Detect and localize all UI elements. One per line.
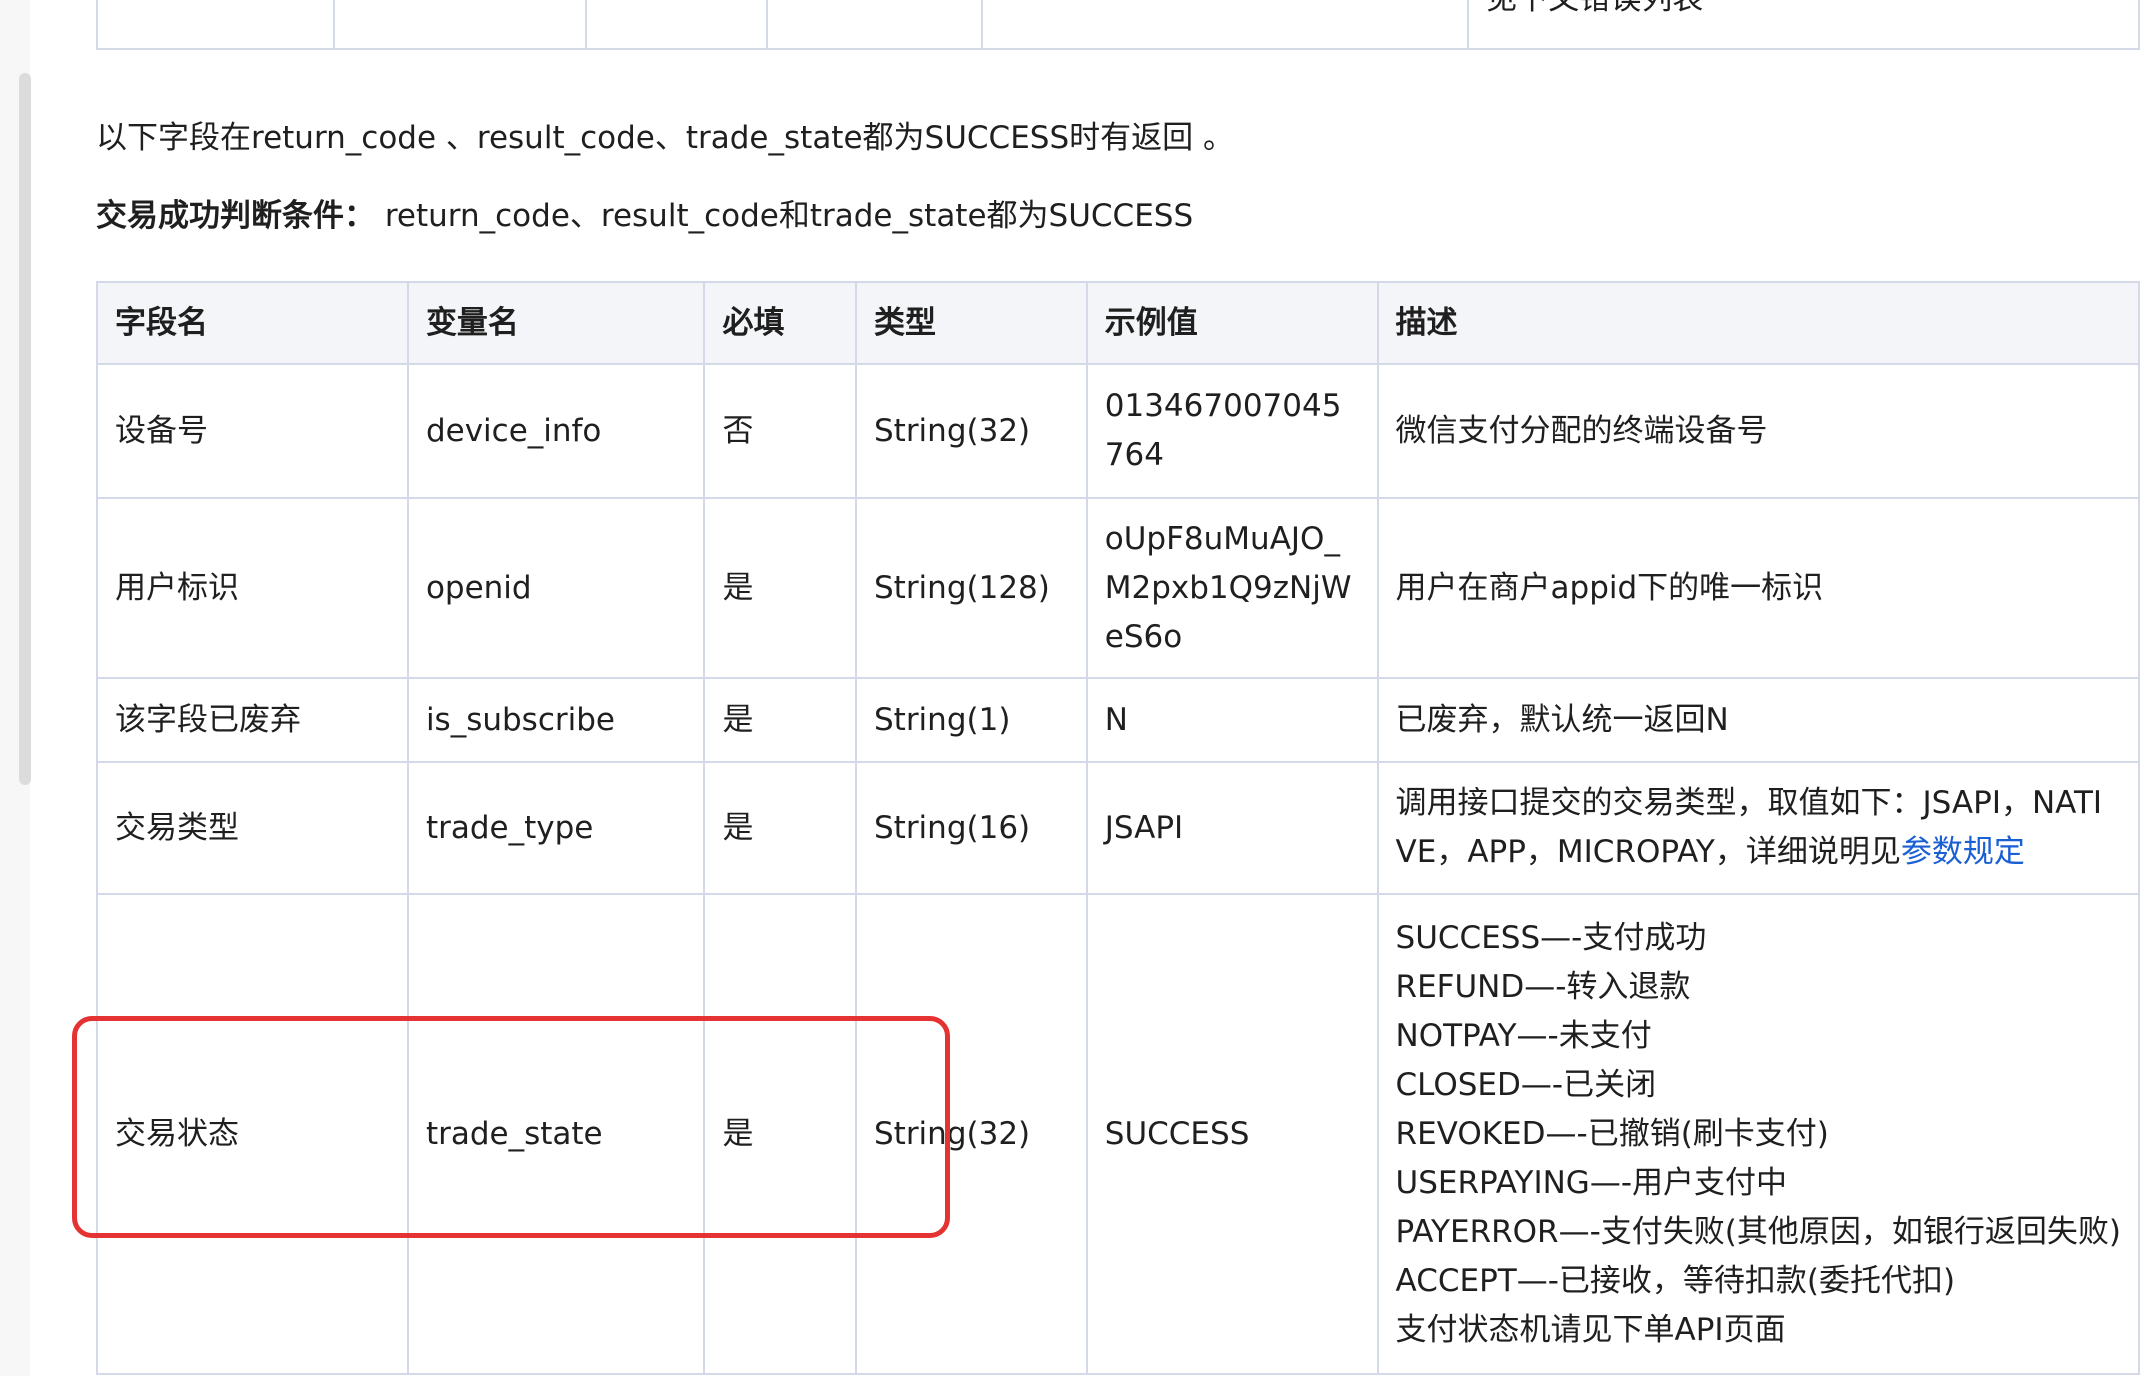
cell-required: 是 [703,497,857,679]
cell-var: trade_state [406,893,706,1375]
doc-content: 见下文错误列表 以下字段在return_code 、result_code、tr… [95,0,2140,1376]
param-rules-link[interactable]: 参数规定 [1901,834,2025,870]
success-condition-label: 交易成功判断条件： [96,198,375,234]
cell-desc: SUCCESS—-支付成功 REFUND—-转入退款 NOTPAY—-未支付 C… [1376,893,2140,1375]
header-required: 必填 [703,281,857,365]
cell-example: SUCCESS [1085,893,1379,1375]
table-row: 用户标识 openid 是 String(128) oUpF8uMuAJO_M2… [96,497,2140,679]
trade-state-line: REVOKED—-已撤销(刷卡支付) [1395,1115,1829,1152]
cell-required: 是 [703,893,857,1375]
trade-state-line: PAYERROR—-支付失败(其他原因，如银行返回失败) [1395,1213,2121,1250]
trade-state-line: CLOSED—-已关闭 [1395,1066,1657,1103]
table-row: 交易状态 trade_state 是 String(32) SUCCESS SU… [96,893,2140,1375]
cell-example: 013467007045764 [1085,363,1379,499]
cell-field: 交易状态 [96,893,409,1375]
trade-state-line: ACCEPT—-已接收，等待扣款(委托代扣) [1395,1262,1956,1299]
trade-state-line: USERPAYING—-用户支付中 [1395,1164,1788,1201]
trade-state-line: 支付状态机请见下单API页面 [1395,1311,1786,1348]
table-row: 见下文错误列表 [95,0,2140,50]
trade-state-line: REFUND—-转入退款 [1395,968,1691,1005]
success-condition-note: 交易成功判断条件： return_code、result_code和trade_… [96,196,1193,236]
cell-example: JSAPI [1085,761,1379,895]
cell-var: trade_type [406,761,706,895]
cell-required: 是 [703,761,857,895]
cell-type: String(1) [854,677,1088,763]
header-example: 示例值 [1085,281,1379,365]
table-row: 该字段已废弃 is_subscribe 是 String(1) N 已废弃，默认… [96,677,2140,763]
cell-example: oUpF8uMuAJO_M2pxb1Q9zNjWeS6o [1085,497,1379,679]
cell-field: 设备号 [96,363,409,499]
header-description: 描述 [1376,281,2140,365]
table-header-row: 字段名 变量名 必填 类型 示例值 描述 [96,281,2140,365]
header-type: 类型 [854,281,1088,365]
return-condition-note: 以下字段在return_code 、result_code、trade_stat… [96,120,1234,156]
cell-desc: 调用接口提交的交易类型，取值如下：JSAPI，NATIVE，APP，MICROP… [1376,761,2140,895]
trade-state-line: SUCCESS—-支付成功 [1395,919,1707,956]
cell-desc: 已废弃，默认统一返回N [1376,677,2140,763]
cell-desc: 微信支付分配的终端设备号 [1376,363,2140,499]
header-field-name: 字段名 [96,281,409,365]
cell-type: String(16) [854,761,1088,895]
cell-required: 否 [703,363,857,499]
cell-field: 该字段已废弃 [96,677,409,763]
cell-example: N [1085,677,1379,763]
error-list-ref: 见下文错误列表 [1486,0,2121,48]
cell-required: 是 [703,677,857,763]
cell-field: 用户标识 [96,497,409,679]
cell-type: String(32) [854,893,1088,1375]
table-row: 设备号 device_info 否 String(32) 01346700704… [96,363,2140,499]
cell-type: String(128) [854,497,1088,679]
scrollbar-thumb[interactable] [19,73,31,785]
success-condition-text: return_code、result_code和trade_state都为SUC… [375,198,1194,234]
cell-var: openid [406,497,706,679]
cell-var: is_subscribe [406,677,706,763]
trade-state-line: NOTPAY—-未支付 [1395,1017,1652,1054]
cell-type: String(32) [854,363,1088,499]
response-params-table: 字段名 变量名 必填 类型 示例值 描述 设备号 device_info 否 S… [96,281,2140,1375]
cell-desc: 用户在商户appid下的唯一标识 [1376,497,2140,679]
header-variable-name: 变量名 [406,281,706,365]
cell-field: 交易类型 [96,761,409,895]
table-row: 交易类型 trade_type 是 String(16) JSAPI 调用接口提… [96,761,2140,895]
cell-var: device_info [406,363,706,499]
previous-table-fragment: 见下文错误列表 [95,0,2140,50]
